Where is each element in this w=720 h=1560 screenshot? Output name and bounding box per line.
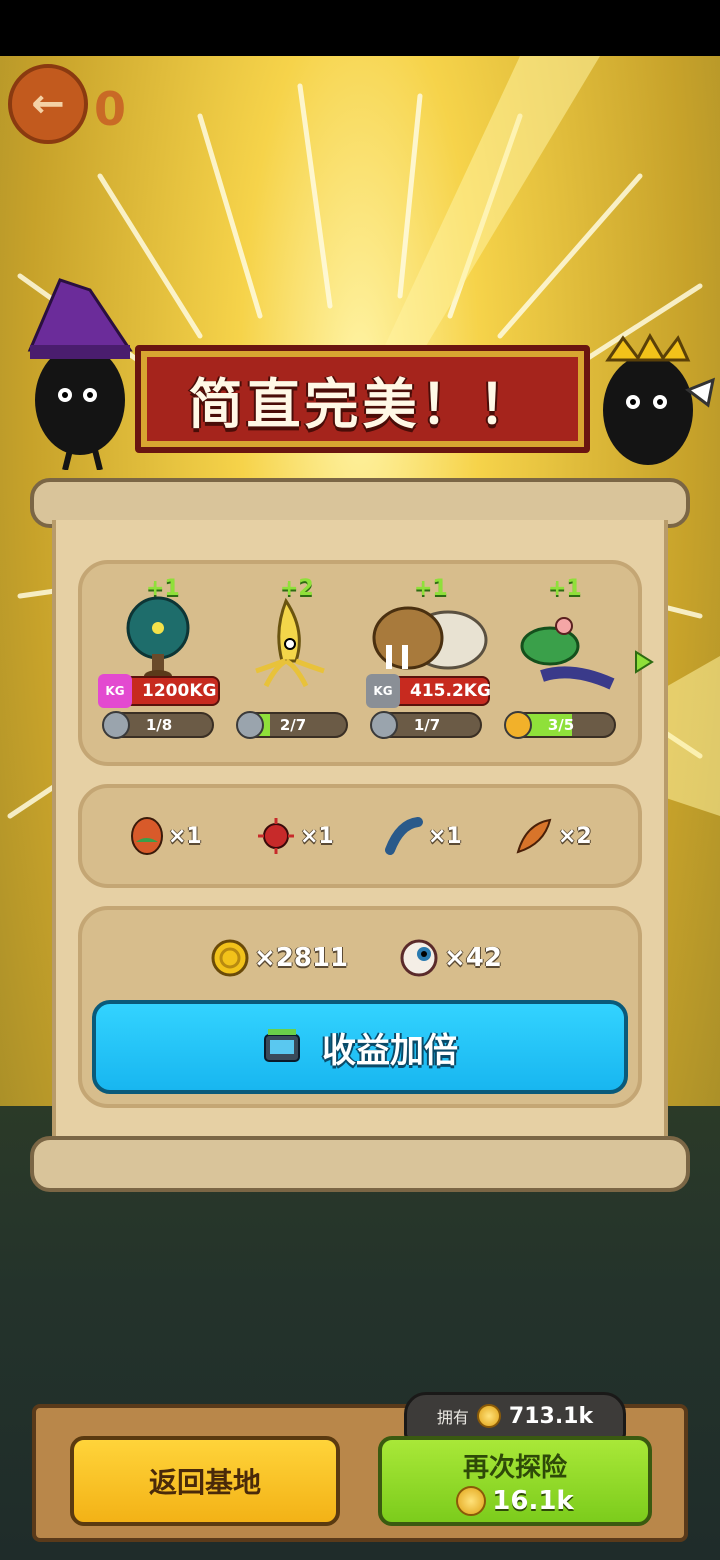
tv-ad-icon xyxy=(264,1029,300,1062)
blue-larva-icon xyxy=(385,817,423,855)
spiky-plant-creature-icon[interactable] xyxy=(118,594,198,684)
egg-icon xyxy=(131,817,163,855)
back-button[interactable]: ← xyxy=(8,64,88,144)
red-spiky-fruit-icon xyxy=(258,818,294,854)
kg-weight-icon: KG xyxy=(366,674,400,708)
walrus-creature-icon[interactable] xyxy=(368,590,488,674)
skull-icon xyxy=(370,711,398,739)
creature-1-weight: KG 1200KG xyxy=(98,674,220,708)
result-banner: 简直完美！！ xyxy=(135,345,590,453)
creature-3-weight-text: 415.2KG xyxy=(410,681,491,701)
return-base-label: 返回基地 xyxy=(148,1466,261,1499)
back-count: 0 xyxy=(94,82,127,136)
eye-count: ×42 xyxy=(444,943,502,973)
material-item: ×1 xyxy=(256,816,334,856)
feather-icon xyxy=(516,818,552,854)
explore-again-label: 再次探险 xyxy=(462,1452,567,1483)
status-bar xyxy=(0,0,720,56)
owned-value: 713.1k xyxy=(508,1403,594,1429)
coin-reward: ×2811 xyxy=(210,938,348,978)
arrow-left-icon: ← xyxy=(31,81,65,127)
banana-octopus-creature-icon[interactable] xyxy=(246,596,336,700)
coin-count: ×2811 xyxy=(254,943,349,973)
golden-skull-icon xyxy=(504,711,532,739)
material-item: ×2 xyxy=(514,816,592,856)
mantis-centipede-creature-icon[interactable] xyxy=(502,596,622,696)
skull-icon xyxy=(102,711,130,739)
banner-title: 简直完美！！ xyxy=(188,372,537,436)
explore-again-button[interactable]: 再次探险 16.1k xyxy=(378,1436,652,1526)
skull-icon xyxy=(236,711,264,739)
material-item: ×1 xyxy=(384,816,462,856)
material-item: ×1 xyxy=(130,816,202,856)
explore-again-cost: 16.1k xyxy=(456,1485,574,1516)
coin-icon xyxy=(211,939,249,977)
witch-creature xyxy=(27,278,133,470)
coin-icon xyxy=(476,1404,501,1428)
king-creature xyxy=(603,332,716,465)
double-reward-button[interactable]: 收益加倍 xyxy=(92,1000,628,1094)
material-count: ×2 xyxy=(558,823,592,849)
eyeball-icon xyxy=(400,939,438,977)
material-count: ×1 xyxy=(168,823,202,849)
owned-label: 拥有 xyxy=(436,1408,469,1427)
owned-coins-tab: 拥有 713.1k xyxy=(404,1392,626,1440)
next-arrow-icon[interactable] xyxy=(634,650,654,674)
explore-again-cost-value: 16.1k xyxy=(492,1485,574,1516)
material-count: ×1 xyxy=(300,823,334,849)
scroll-bottom-rod xyxy=(30,1136,690,1192)
creature-1-weight-text: 1200KG xyxy=(142,681,217,701)
coin-icon xyxy=(456,1485,487,1516)
kg-weight-icon: KG xyxy=(98,674,132,708)
material-count: ×1 xyxy=(428,823,462,849)
eye-reward: ×42 xyxy=(398,938,502,978)
return-base-button[interactable]: 返回基地 xyxy=(70,1436,340,1526)
double-reward-label: 收益加倍 xyxy=(322,1030,458,1071)
creature-3-weight: KG 415.2KG xyxy=(366,674,491,708)
